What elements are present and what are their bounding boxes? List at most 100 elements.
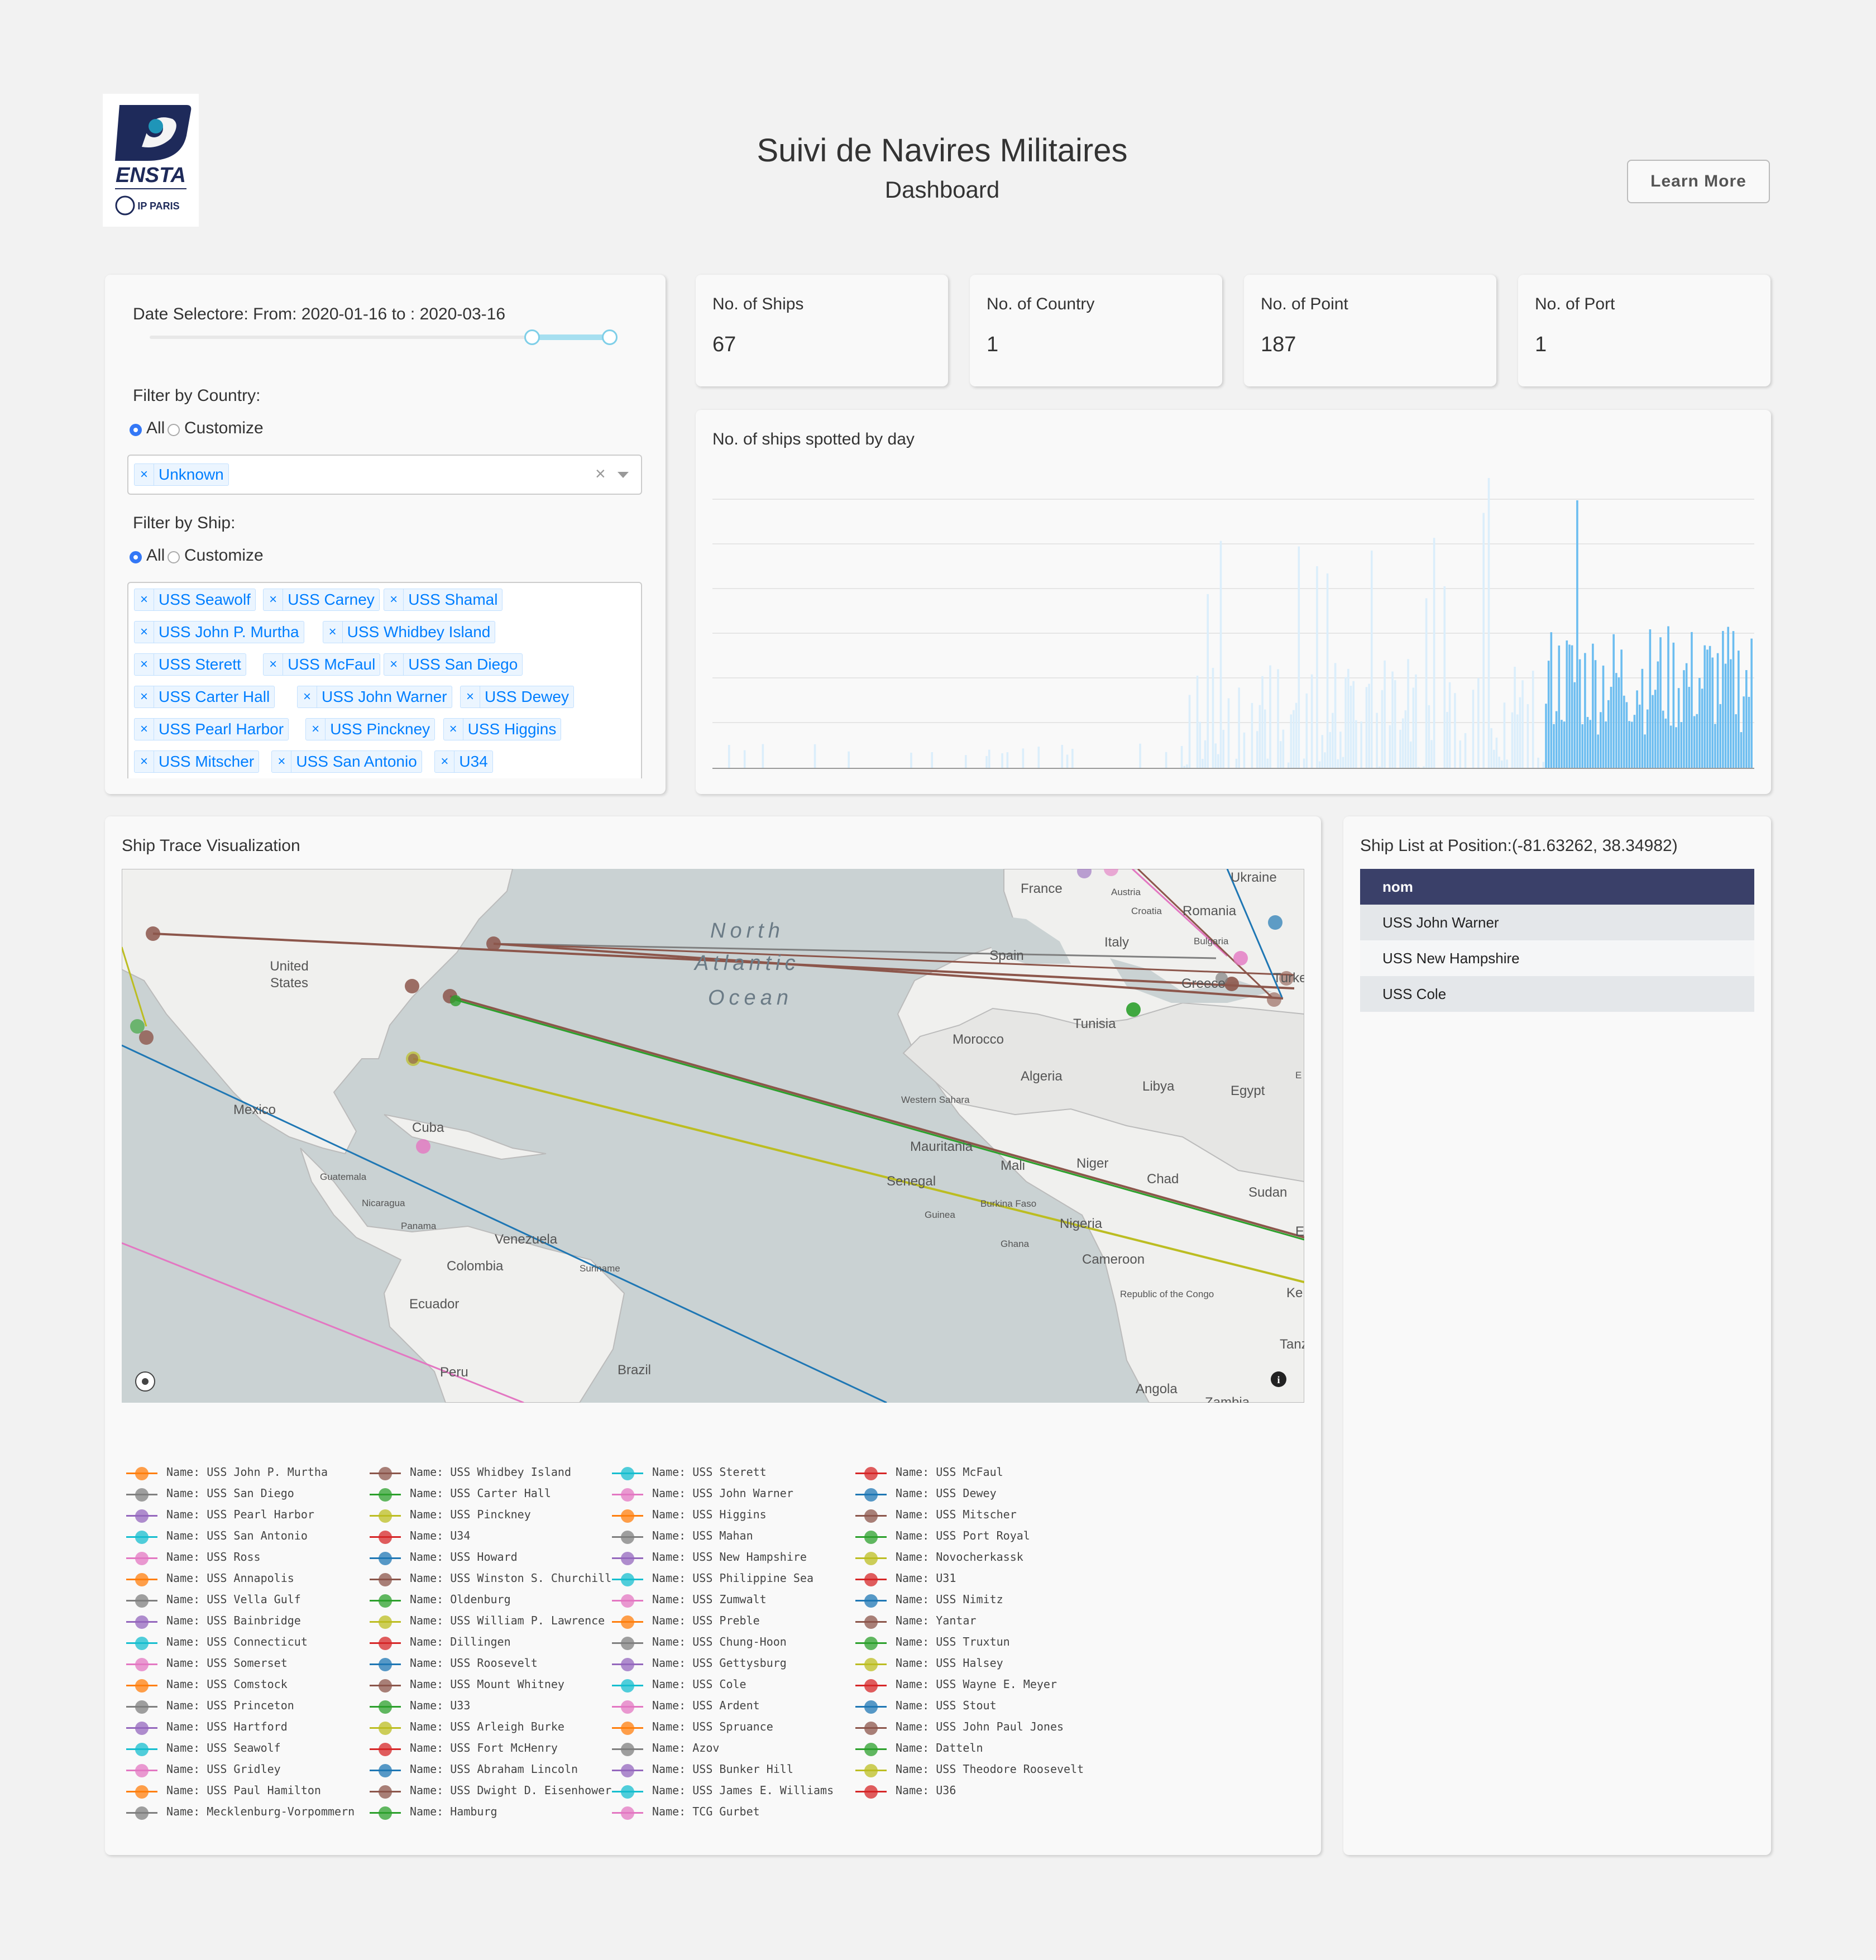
legend-item[interactable]: Name: USS Stout	[855, 1699, 997, 1714]
legend-item[interactable]: Name: USS Howard	[370, 1550, 518, 1565]
remove-tag-icon[interactable]: ×	[264, 589, 284, 610]
legend-item[interactable]: Name: USS Truxtun	[855, 1635, 1010, 1650]
legend-item[interactable]: Name: USS Ross	[126, 1550, 261, 1565]
ship-tag[interactable]: × USS Mitscher	[134, 750, 260, 773]
legend-item[interactable]: Name: USS Wayne E. Meyer	[855, 1677, 1057, 1693]
legend-item[interactable]: Name: USS Mitscher	[855, 1508, 1017, 1523]
remove-tag-icon[interactable]: ×	[135, 751, 154, 772]
chevron-down-icon[interactable]	[618, 472, 629, 478]
legend-item[interactable]: Name: USS Arleigh Burke	[370, 1720, 564, 1735]
ship-tag[interactable]: × USS Pearl Harbor	[134, 718, 289, 740]
legend-item[interactable]: Name: USS Winston S. Churchill	[370, 1571, 611, 1586]
ship-tag[interactable]: × USS Carter Hall	[134, 686, 275, 708]
legend-item[interactable]: Name: TCG Gurbet	[612, 1805, 760, 1820]
legend-item[interactable]: Name: USS James E. Williams	[612, 1784, 834, 1799]
remove-tag-icon[interactable]: ×	[272, 751, 292, 772]
legend-item[interactable]: Name: USS Bunker Hill	[612, 1762, 793, 1777]
ship-tag[interactable]: × USS Dewey	[460, 686, 574, 708]
legend-item[interactable]: Name: USS John Paul Jones	[855, 1720, 1064, 1735]
legend-item[interactable]: Name: USS San Antonio	[126, 1529, 308, 1544]
legend-item[interactable]: Name: USS Connecticut	[126, 1635, 308, 1650]
legend-item[interactable]: Name: USS Chung-Hoon	[612, 1635, 787, 1650]
legend-item[interactable]: Name: USS Vella Gulf	[126, 1593, 301, 1608]
country-radio-all[interactable]	[130, 424, 142, 436]
legend-item[interactable]: Name: USS Spruance	[612, 1720, 773, 1735]
legend-item[interactable]: Name: U31	[855, 1571, 956, 1586]
legend-item[interactable]: Name: USS Port Royal	[855, 1529, 1030, 1544]
table-row[interactable]: USS New Hampshire	[1360, 940, 1754, 976]
ship-tag[interactable]: × USS Sterett	[134, 653, 246, 676]
ship-radio-all[interactable]	[130, 551, 142, 563]
legend-item[interactable]: Name: USS Preble	[612, 1614, 760, 1629]
ship-tag[interactable]: × USS McFaul	[263, 653, 381, 676]
legend-item[interactable]: Name: Novocherkassk	[855, 1550, 1023, 1565]
legend-item[interactable]: Name: USS San Diego	[126, 1486, 294, 1502]
legend-item[interactable]: Name: Datteln	[855, 1741, 983, 1756]
ship-tag[interactable]: × USS Higgins	[443, 718, 562, 740]
ship-tag[interactable]: × USS San Diego	[384, 653, 523, 676]
legend-item[interactable]: Name: USS Roosevelt	[370, 1656, 538, 1671]
ship-tag[interactable]: × USS San Antonio	[271, 750, 422, 773]
ship-tag[interactable]: × USS Shamal	[384, 589, 503, 611]
remove-tag-icon[interactable]: ×	[264, 654, 284, 675]
remove-tag-icon[interactable]: ×	[135, 686, 154, 707]
remove-tag-icon[interactable]: ×	[135, 464, 154, 485]
legend-item[interactable]: Name: USS Pinckney	[370, 1508, 531, 1523]
legend-item[interactable]: Name: USS Gridley	[126, 1762, 281, 1777]
remove-tag-icon[interactable]: ×	[323, 622, 343, 643]
clear-icon[interactable]: ×	[595, 463, 606, 484]
legend-item[interactable]: Name: USS Halsey	[855, 1656, 1003, 1671]
legend-item[interactable]: Name: USS Mahan	[612, 1529, 753, 1544]
ship-select[interactable]	[127, 582, 642, 778]
legend-item[interactable]: Name: USS Zumwalt	[612, 1593, 767, 1608]
legend-item[interactable]: Name: USS Seawolf	[126, 1741, 281, 1756]
ship-trace-map[interactable]: i United States Mexico Cuba Guatemala Nicara…	[122, 869, 1304, 1403]
country-tag-unknown[interactable]: × Unknown	[134, 463, 229, 486]
remove-tag-icon[interactable]: ×	[384, 589, 404, 610]
legend-item[interactable]: Name: USS Philippine Sea	[612, 1571, 813, 1586]
ship-tag[interactable]: × U34	[434, 750, 493, 773]
table-row[interactable]: USS Cole	[1360, 976, 1754, 1012]
legend-item[interactable]: Name: USS Dewey	[855, 1486, 997, 1502]
legend-item[interactable]: Name: USS Whidbey Island	[370, 1465, 571, 1480]
legend-item[interactable]: Name: USS McFaul	[855, 1465, 1003, 1480]
ship-tag[interactable]: × USS Pinckney	[305, 718, 436, 740]
legend-item[interactable]: Name: Oldenburg	[370, 1593, 511, 1608]
legend-item[interactable]: Name: USS John Warner	[612, 1486, 793, 1502]
remove-tag-icon[interactable]: ×	[435, 751, 455, 772]
legend-item[interactable]: Name: USS Annapolis	[126, 1571, 294, 1586]
legend-item[interactable]: Name: Azov	[612, 1741, 719, 1756]
remove-tag-icon[interactable]: ×	[135, 654, 154, 675]
legend-item[interactable]: Name: USS Cole	[612, 1677, 746, 1693]
country-radio-customize[interactable]	[168, 424, 180, 436]
legend-item[interactable]: Name: USS Gettysburg	[612, 1656, 787, 1671]
legend-item[interactable]: Name: USS Hartford	[126, 1720, 288, 1735]
legend-item[interactable]: Name: Yantar	[855, 1614, 977, 1629]
table-row[interactable]: USS John Warner	[1360, 905, 1754, 940]
legend-item[interactable]: Name: Mecklenburg-Vorpommern	[126, 1805, 355, 1820]
legend-item[interactable]: Name: USS Ardent	[612, 1699, 760, 1714]
ship-tag[interactable]: × USS John P. Murtha	[134, 621, 304, 643]
legend-item[interactable]: Name: Dillingen	[370, 1635, 511, 1650]
remove-tag-icon[interactable]: ×	[135, 622, 154, 643]
legend-item[interactable]: Name: USS Nimitz	[855, 1593, 1003, 1608]
ship-tag[interactable]: × USS Whidbey Island	[322, 621, 496, 643]
legend-item[interactable]: Name: USS Somerset	[126, 1656, 288, 1671]
date-slider-start-handle[interactable]	[524, 329, 540, 345]
legend-item[interactable]: Name: USS Pearl Harbor	[126, 1508, 314, 1523]
legend-item[interactable]: Name: U33	[370, 1699, 470, 1714]
ship-tag[interactable]: × USS John Warner	[297, 686, 452, 708]
remove-tag-icon[interactable]: ×	[384, 654, 404, 675]
legend-item[interactable]: Name: USS Comstock	[126, 1677, 288, 1693]
legend-item[interactable]: Name: USS New Hampshire	[612, 1550, 807, 1565]
remove-tag-icon[interactable]: ×	[461, 686, 480, 707]
legend-item[interactable]: Name: USS John P. Murtha	[126, 1465, 328, 1480]
date-slider-end-handle[interactable]	[602, 329, 618, 345]
legend-item[interactable]: Name: USS Higgins	[612, 1508, 767, 1523]
legend-item[interactable]: Name: USS Sterett	[612, 1465, 767, 1480]
legend-item[interactable]: Name: USS Theodore Roosevelt	[855, 1762, 1084, 1777]
legend-item[interactable]: Name: U34	[370, 1529, 470, 1544]
legend-item[interactable]: Name: USS Dwight D. Eisenhower	[370, 1784, 611, 1799]
legend-item[interactable]: Name: USS Carter Hall	[370, 1486, 551, 1502]
ship-tag[interactable]: × USS Seawolf	[134, 589, 256, 611]
